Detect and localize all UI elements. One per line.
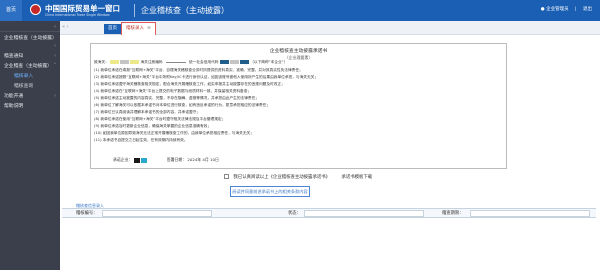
header-divider: [134, 4, 135, 17]
letter-line: (1) 我单位承诺在填报“互联网+海关”平台、自理海关稽核查业务时所提供的资料真…: [94, 68, 303, 72]
sidebar-subitem-audit-query[interactable]: 稽核查询: [0, 82, 60, 92]
audit-number-input[interactable]: [102, 210, 212, 217]
chevron-left-icon: ‹: [54, 94, 56, 99]
letter-line: (11) 本承诺书自提交之日起生效，在有效期内持续有效。: [94, 138, 188, 142]
letter-line: (5) 我单位承诺主动披露的内容真实、完整，不存在隐瞒、虚报等情况，并承担由此产…: [94, 96, 259, 100]
sidebar-item-function-open[interactable]: 功能开通 ‹: [0, 92, 60, 102]
home-button[interactable]: 首页: [0, 0, 22, 21]
agree-checkbox[interactable]: [224, 174, 229, 179]
sidebar-top: ‹: [0, 21, 60, 32]
close-icon[interactable]: ⊗: [147, 26, 151, 31]
redacted-block: [240, 60, 250, 64]
tab-audit-entry[interactable]: 稽核录入 ⊗: [121, 22, 156, 35]
commitment-letter: 企业稽核查主动披露承诺书 （企业理要素） 致海关： 海关注册编码 统一社会信用代…: [90, 43, 507, 169]
letter-line: (3) 我单位承诺遵守海关稽核查相关规定，配合海关开展稽核查工作，如实申报并主动…: [94, 82, 285, 86]
letter-mid-field: 海关注册编码: [140, 60, 163, 64]
user-area: ● 企业管理员 | 退出: [541, 6, 592, 12]
sidebar-item-label: 帮助说明: [4, 104, 24, 109]
redacted-block: [219, 60, 229, 64]
sidebar-item-enterprise-check[interactable]: 企业稽查（主动披露） ˅: [0, 62, 60, 72]
letter-title: 企业稽核查主动披露承诺书: [269, 49, 328, 54]
col-audit-period: 稽查期限：: [442, 211, 464, 216]
fill-line: [165, 61, 186, 63]
sidebar-item-label: 企业稽核查（主动披露）: [4, 36, 57, 41]
logo-english-text: China International Trade Single Window: [45, 13, 110, 17]
tab-home[interactable]: 首页: [104, 24, 121, 34]
letter-line: (8) 我单位承诺在使用“互联网+海关”平台时遵守相关法律法规及平台管理规定；: [94, 117, 226, 121]
sidebar: ‹ 企业稽核查（主动披露） ‹ 稽查通知 ‹ 企业稽查（主动披露） ˅ 稽核录入…: [0, 21, 60, 270]
redacted-block: [134, 157, 141, 163]
col-audit-number: 稽核编号：: [76, 211, 98, 216]
chevron-down-icon: ˅: [53, 64, 56, 69]
redacted-block: [120, 60, 130, 64]
sidebar-item-audit-notice[interactable]: 稽查通知 ‹: [0, 52, 60, 62]
redacted-block: [109, 60, 119, 64]
agree-label: 我已认真阅读以上《企业稽核查主动披露承诺书》: [233, 175, 331, 180]
accept-terms-button[interactable]: 阅读并同意前述承诺书上的相关条款内容: [230, 186, 310, 197]
letter-credit-field: 统一社会信用代码: [189, 60, 219, 64]
template-download-link[interactable]: 承诺书模板下载: [341, 175, 372, 180]
letter-tail-note: （以下简称“本企业”）: [250, 60, 288, 64]
status-input[interactable]: [304, 210, 424, 217]
sidebar-item-help[interactable]: 帮助说明: [0, 102, 60, 112]
letter-address-line: 致海关： 海关注册编码 统一社会信用代码 （以下简称“本企业”）: [94, 60, 287, 65]
letter-line: (7) 我单位已认真阅读并理解本承诺书的全部内容，并承诺遵守；: [94, 110, 200, 114]
audit-info-table-header: 稽核编号： 状态： 稽查期限：: [62, 208, 596, 218]
signer-label: 承诺企业：: [113, 157, 133, 162]
redacted-block: [229, 60, 239, 64]
redacted-block: [141, 157, 148, 163]
chevron-left-icon: ‹: [54, 54, 56, 59]
single-window-logo-icon: [30, 4, 41, 15]
sidebar-item-label: 稽查通知: [4, 54, 24, 59]
exit-button[interactable]: 退出: [583, 7, 592, 12]
sidebar-subitem-audit-entry[interactable]: 稽核录入: [0, 72, 60, 82]
letter-addressee: 致海关：: [94, 60, 109, 64]
letter-line: (4) 我单位承诺在“互联网+海关”平台上提交的电子数据与纸质材料一致，并保留相…: [94, 89, 252, 93]
letter-line: (9) 我单位承诺及时更新企业信息，确保海关掌握的企业信息准确有效；: [94, 124, 212, 128]
header-separator: |: [575, 7, 577, 12]
letter-line: (10) 如因我单位原因导致海关无法正常开展稽核查工作的，由我单位承担相应责任，…: [94, 131, 254, 135]
tab-scroll-arrows[interactable]: « ‹: [62, 24, 69, 30]
letter-line: (6) 我单位了解海关可以依据本承诺书对本单位进行核查，如有违反承诺的行为，愿意…: [94, 103, 271, 107]
date-label: 签署日期：: [166, 157, 187, 162]
sidebar-collapse-icon[interactable]: ‹: [54, 24, 56, 30]
date-value: 2024年 4月 10日: [187, 157, 219, 162]
user-icon: ●: [540, 7, 545, 12]
user-name[interactable]: 企业管理员: [546, 7, 569, 12]
letter-signature-row: 承诺企业： 签署日期： 2024年 4月 10日: [113, 157, 219, 163]
system-title: 企业稽核查（主动披露）: [141, 6, 229, 15]
audit-period-input[interactable]: [470, 210, 590, 217]
tab-label: 稽核录入: [126, 26, 144, 31]
agree-row: 我已认真阅读以上《企业稽核查主动披露承诺书》 承诺书模板下载: [224, 174, 372, 180]
sidebar-item-enterprise-audit[interactable]: 企业稽核查（主动披露） ‹: [0, 32, 60, 52]
letter-line: (2) 我单位承诺按照“互联网+海关”平台中所附Key/IC卡进行身份认证，如因…: [94, 75, 319, 79]
chevron-left-icon: ‹: [54, 44, 56, 49]
col-status: 状态：: [288, 211, 301, 216]
sidebar-item-label: 企业稽查（主动披露）: [4, 64, 52, 69]
sidebar-item-label: 功能开通: [4, 94, 24, 99]
redacted-block: [130, 60, 140, 64]
